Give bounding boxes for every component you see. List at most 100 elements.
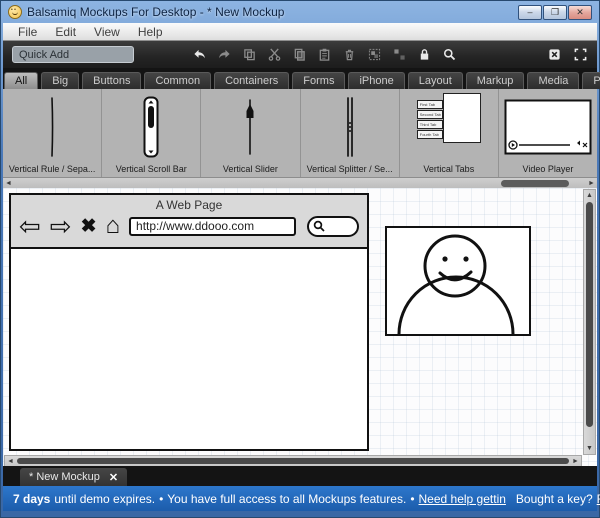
lock-icon[interactable] [417,48,431,62]
paste-icon[interactable] [317,48,331,62]
palette-item-vertical-slider[interactable]: Vertical Slider [201,89,301,177]
vertical-splitter-thumbnail [301,93,399,160]
palette-item-label: Vertical Splitter / Se... [306,164,393,174]
palette-item-vertical-scroll-bar[interactable]: Vertical Scroll Bar [102,89,202,177]
back-arrow-icon: ⇦ [19,211,41,241]
canvas-vertical-scrollbar: ▲ ▼ [583,189,596,455]
days-remaining: 7 days [13,491,51,506]
video-player-thumbnail [499,93,597,160]
zoom-icon[interactable] [442,48,456,62]
canvas-scroll-down-arrow-icon[interactable]: ▼ [584,443,595,454]
maximize-button[interactable]: ❐ [543,4,567,20]
tab-project-assets[interactable]: Project Assets [582,72,600,89]
mockup-tab-bar: * New Mockup ✕ [3,466,597,486]
duplicate-icon[interactable] [242,48,256,62]
tab-layout[interactable]: Layout [407,72,463,89]
palette-item-label: Vertical Scroll Bar [115,164,187,174]
stop-x-icon: ✖ [80,215,97,237]
palette-item-label: Video Player [522,164,574,174]
group-icon[interactable] [367,48,381,62]
vertical-tabs-thumbnail: First Tab Second Tab Third Tab Fourth Ta… [400,93,498,160]
mockup-canvas[interactable]: A Web Page ⇦ ⇨ ✖ ⌂ http://www.ddooo.com [3,188,597,468]
mini-tab: Third Tab [416,120,443,129]
cut-icon[interactable] [267,48,281,62]
main-toolbar [3,41,597,68]
vertical-rule-thumbnail [3,93,101,160]
mini-tab: Second Tab [416,110,443,119]
palette-scrollbar: ◄ ► [3,177,597,188]
search-box [307,215,359,237]
palette-item-label: Vertical Rule / Sepa... [8,164,96,174]
close-panel-icon[interactable] [547,48,561,62]
palette-item-vertical-rule[interactable]: Vertical Rule / Sepa... [3,89,103,177]
fullscreen-icon[interactable] [573,48,587,62]
vertical-slider-thumbnail [201,93,299,160]
palette-item-vertical-splitter[interactable]: Vertical Splitter / Se... [301,89,400,177]
palette-scrollbar-thumb[interactable] [501,180,569,187]
edit-tool-icons [192,48,456,62]
bought-key-text: Bought a key? [515,491,593,506]
browser-mockup-header: A Web Page ⇦ ⇨ ✖ ⌂ http://www.ddooo.com [11,195,367,249]
menu-edit[interactable]: Edit [46,24,85,40]
menu-bar: File Edit View Help [3,23,597,41]
undo-icon[interactable] [192,48,206,62]
canvas-horizontal-scrollbar-thumb[interactable] [17,458,569,464]
image-smiley-mockup[interactable] [385,226,531,336]
mockup-tab-label: * New Mockup [29,471,100,483]
tab-media[interactable]: Media [527,72,580,89]
copy-icon[interactable] [292,48,306,62]
mini-tab: Fourth Tab [416,130,443,139]
vertical-tabs-mini-tabs: First Tab Second Tab Third Tab Fourth Ta… [416,100,443,140]
delete-icon[interactable] [342,48,356,62]
full-access-text: You have full access to all Mockups feat… [167,491,407,506]
vertical-tabs-page-area [442,93,481,143]
vertical-scroll-bar-thumbnail [102,93,200,160]
menu-file[interactable]: File [9,24,46,40]
mockup-tab-close-icon[interactable]: ✕ [109,471,118,484]
browser-window-mockup[interactable]: A Web Page ⇦ ⇨ ✖ ⌂ http://www.ddooo.com [9,193,369,451]
home-icon: ⌂ [105,212,121,239]
tab-containers[interactable]: Containers [214,72,290,89]
palette-item-video-player[interactable]: Video Player [499,89,597,177]
need-help-link[interactable]: Need help gettin [419,492,506,506]
palette-item-vertical-tabs[interactable]: First Tab Second Tab Third Tab Fourth Ta… [400,89,499,177]
component-palette: Vertical Rule / Sepa... Vertical Scroll … [3,89,597,177]
register-link[interactable]: Register... [597,492,600,506]
menu-view[interactable]: View [85,24,129,40]
canvas-scroll-up-arrow-icon[interactable]: ▲ [584,190,595,201]
ungroup-icon[interactable] [392,48,406,62]
library-category-tabs: All Big Buttons Common Containers Forms … [3,68,600,89]
browser-mockup-title: A Web Page [155,198,223,212]
tab-buttons[interactable]: Buttons [82,72,142,89]
balsamiq-smiley-icon [8,5,22,19]
tab-markup[interactable]: Markup [465,72,525,89]
window-controls: – ❐ ✕ [518,4,592,20]
tab-common[interactable]: Common [144,72,212,89]
palette-item-label: Vertical Tabs [423,164,475,174]
bullet: • [159,491,164,506]
quick-add-input[interactable] [12,46,134,63]
url-field: http://www.ddooo.com [129,216,297,236]
bullet: • [410,491,415,506]
view-tool-icons [547,48,587,62]
tab-all[interactable]: All [4,72,39,89]
tab-forms[interactable]: Forms [292,72,346,89]
palette-item-label: Vertical Slider [222,164,278,174]
tab-iphone[interactable]: iPhone [348,72,405,89]
title-bar: Balsamiq Mockups For Desktop - * New Moc… [1,1,599,23]
app-window: Balsamiq Mockups For Desktop - * New Moc… [0,0,600,518]
menu-help[interactable]: Help [129,24,172,40]
tab-big[interactable]: Big [41,72,80,89]
mini-tab: First Tab [416,100,443,109]
mockup-tab-new-mockup[interactable]: * New Mockup ✕ [20,468,128,486]
forward-arrow-icon: ⇨ [49,211,72,241]
close-button[interactable]: ✕ [568,4,592,20]
smiley-face-drawing [397,234,515,334]
demo-status-bar: 7 days until demo expires. • You have fu… [3,486,600,511]
minimize-button[interactable]: – [518,4,542,20]
demo-expires-text: until demo expires. [54,491,156,506]
redo-icon[interactable] [217,48,231,62]
canvas-vertical-scrollbar-thumb[interactable] [586,202,593,427]
search-magnifier-icon [313,220,325,232]
window-title: Balsamiq Mockups For Desktop - * New Moc… [27,5,285,19]
